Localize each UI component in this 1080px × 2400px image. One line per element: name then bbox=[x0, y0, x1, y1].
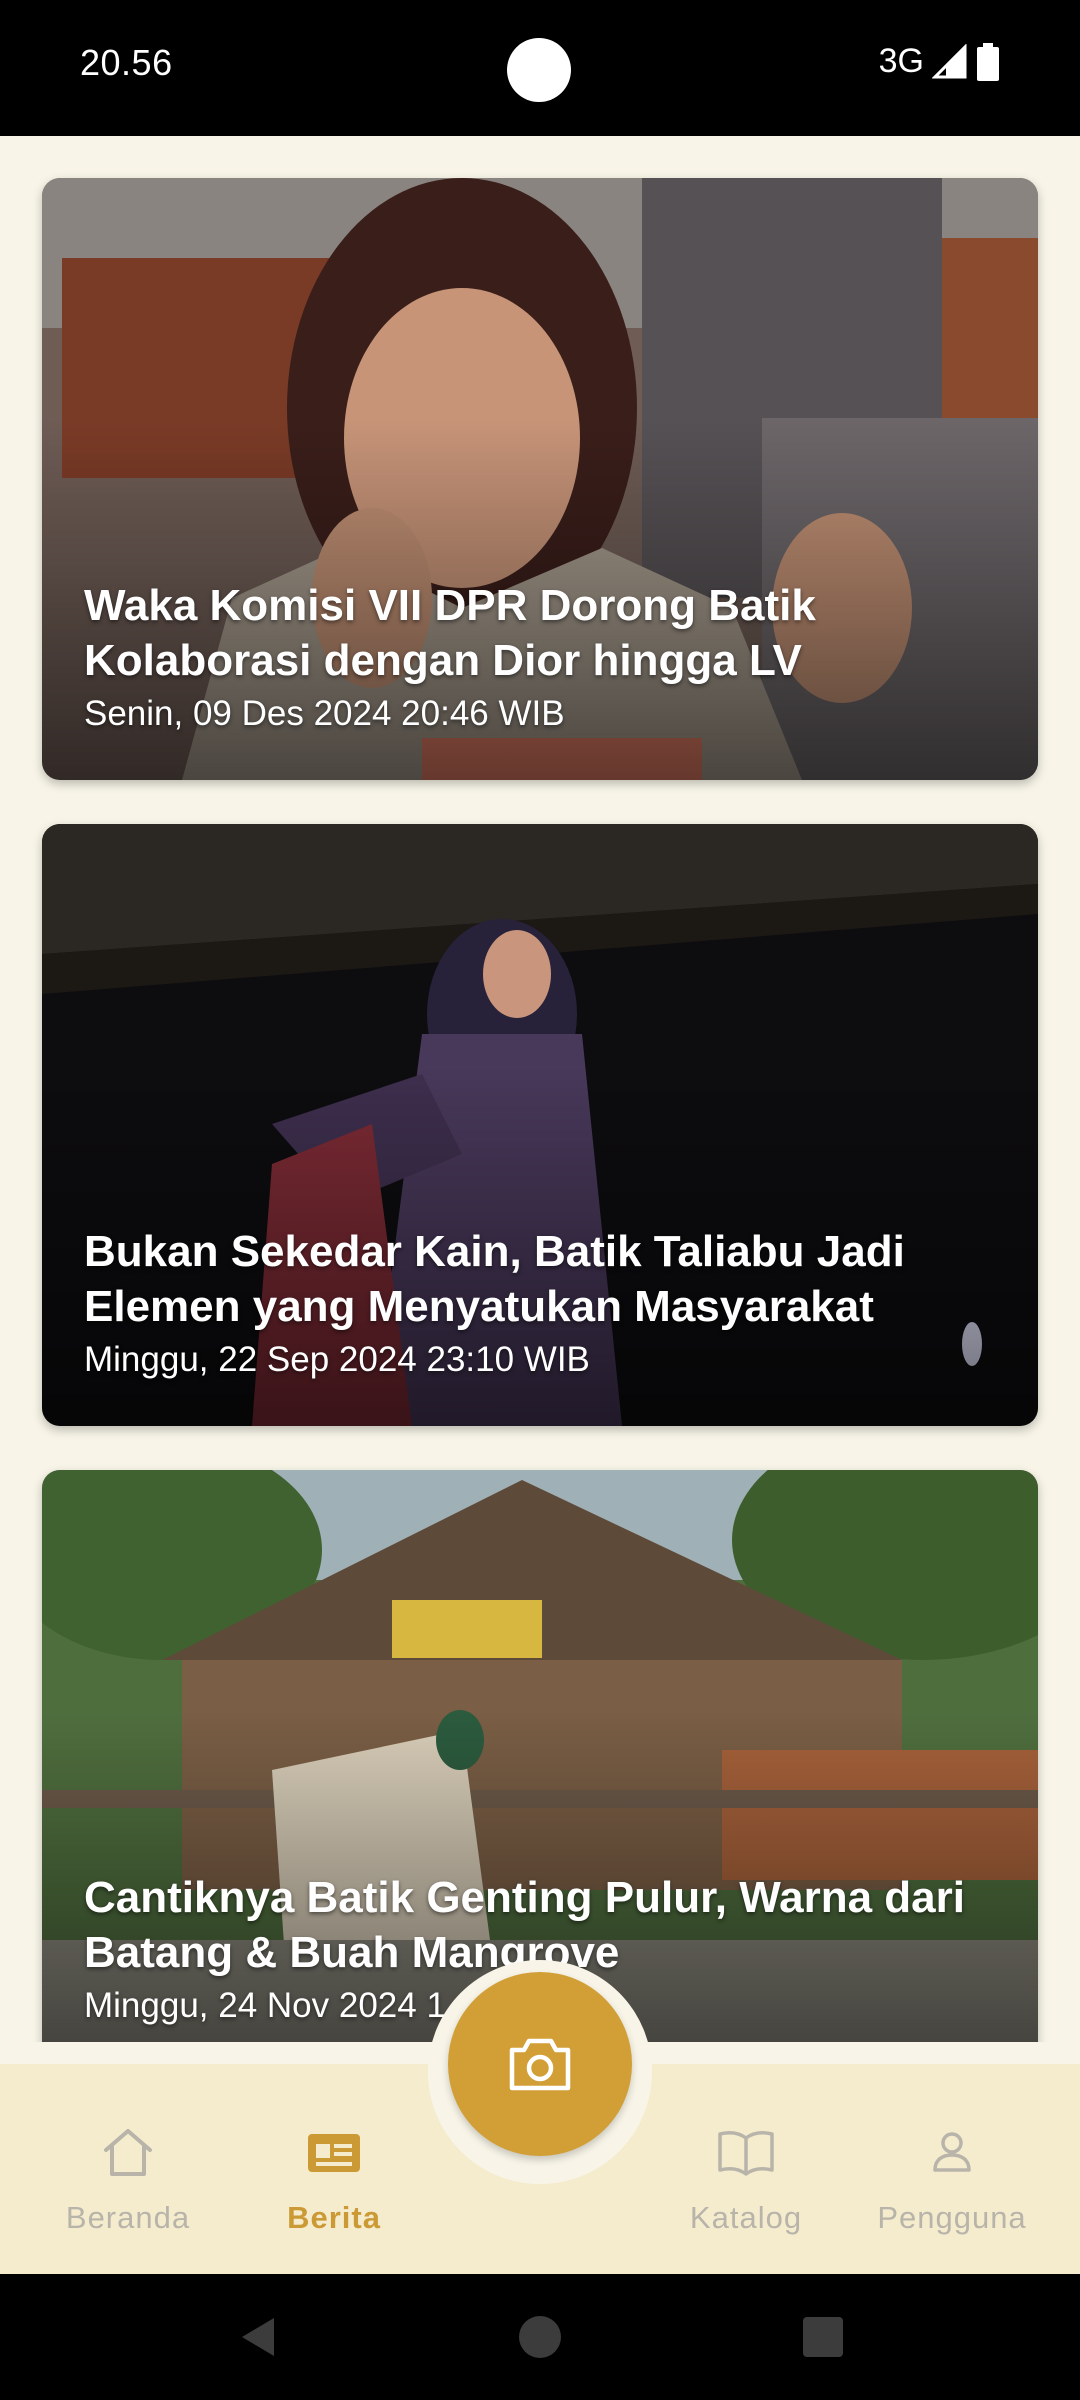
camera-icon bbox=[509, 2038, 571, 2091]
battery-icon bbox=[977, 42, 999, 81]
nav-item-beranda[interactable]: Beranda bbox=[25, 2064, 231, 2274]
camera-cutout bbox=[507, 38, 571, 102]
network-type: 3G bbox=[878, 42, 924, 80]
nav-item-berita[interactable]: Berita bbox=[231, 2064, 437, 2274]
home-button-icon[interactable] bbox=[517, 2314, 563, 2360]
signal-icon bbox=[932, 43, 967, 78]
news-title: Waka Komisi VII DPR Dorong Batik Kolabor… bbox=[84, 581, 816, 685]
nav-item-pengguna[interactable]: Pengguna bbox=[849, 2064, 1055, 2274]
nav-label: Beranda bbox=[65, 2200, 191, 2235]
back-icon[interactable] bbox=[236, 2314, 282, 2360]
camera-button[interactable] bbox=[448, 1972, 632, 2156]
news-list: Waka Komisi VII DPR Dorong Batik Kolabor… bbox=[0, 136, 1080, 2042]
status-icons: 3G bbox=[879, 42, 1000, 81]
nav-label: Katalog bbox=[689, 2200, 803, 2235]
system-nav-bar bbox=[0, 2274, 1080, 2400]
news-card[interactable]: Cantiknya Batik Genting Pulur, Warna dar… bbox=[42, 1470, 1038, 2042]
book-icon bbox=[718, 2131, 774, 2176]
home-icon bbox=[104, 2129, 152, 2176]
nav-label: Berita bbox=[287, 2200, 381, 2235]
news-card[interactable]: Waka Komisi VII DPR Dorong Batik Kolabor… bbox=[42, 178, 1038, 780]
newspaper-icon bbox=[308, 2134, 360, 2172]
news-title: Bukan Sekedar Kain, Batik Taliabu Jadi E… bbox=[84, 1227, 905, 1331]
status-time: 20.56 bbox=[80, 42, 173, 83]
recents-icon[interactable] bbox=[800, 2314, 846, 2360]
news-card[interactable]: Bukan Sekedar Kain, Batik Taliabu Jadi E… bbox=[42, 824, 1038, 1426]
news-date: Senin, 09 Des 2024 20:46 WIB bbox=[84, 694, 565, 733]
nav-label: Pengguna bbox=[877, 2200, 1027, 2235]
app-screen: 20.56 3G Waka Komisi VII DPR Dorong Bati… bbox=[0, 0, 1080, 2400]
nav-item-katalog[interactable]: Katalog bbox=[643, 2064, 849, 2274]
news-date: Minggu, 22 Sep 2024 23:10 WIB bbox=[84, 1340, 590, 1379]
status-bar: 20.56 3G bbox=[0, 0, 1080, 136]
user-icon bbox=[933, 2132, 971, 2172]
